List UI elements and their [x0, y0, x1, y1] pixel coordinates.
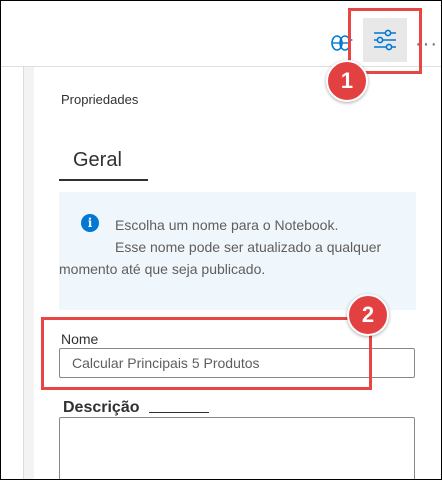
- description-label: Descrição: [63, 399, 140, 416]
- notebook-sync-icon: [331, 35, 353, 51]
- editor-gutter: [1, 67, 25, 479]
- sliders-icon: [374, 29, 396, 51]
- panel-title: Propriedades: [61, 92, 139, 107]
- properties-button[interactable]: [363, 18, 407, 62]
- step-badge-2: 2: [347, 294, 389, 336]
- description-input[interactable]: [59, 417, 415, 479]
- tab-general[interactable]: Geral: [59, 147, 148, 181]
- description-label-rule: [149, 412, 209, 413]
- properties-window: ··· Propriedades Geral i Escolha um nome…: [0, 0, 442, 480]
- more-options-button[interactable]: ···: [415, 29, 441, 59]
- notebook-sync-button[interactable]: [327, 28, 357, 58]
- info-line-1: Escolha um nome para o Notebook.: [115, 217, 339, 233]
- info-icon: i: [81, 214, 99, 232]
- name-label: Nome: [61, 331, 99, 347]
- name-input[interactable]: [59, 348, 415, 378]
- properties-panel: Propriedades Geral i Escolha um nome par…: [41, 67, 441, 479]
- more-icon: ···: [415, 33, 438, 55]
- info-line-2: Esse nome pode ser atualizado a qualquer: [115, 239, 382, 255]
- editor-scroll-track: [24, 67, 34, 479]
- step-badge-1: 1: [326, 60, 368, 102]
- info-text: Escolha um nome para o Notebook. Esse no…: [59, 214, 415, 280]
- info-message: i Escolha um nome para o Notebook. Esse …: [59, 192, 416, 310]
- toolbar: ···: [1, 1, 441, 67]
- tab-general-label: Geral: [73, 149, 122, 171]
- info-line-3-text: momento até que seja publicado.: [59, 261, 266, 277]
- info-line-3: momento até que seja publicado.: [59, 258, 415, 280]
